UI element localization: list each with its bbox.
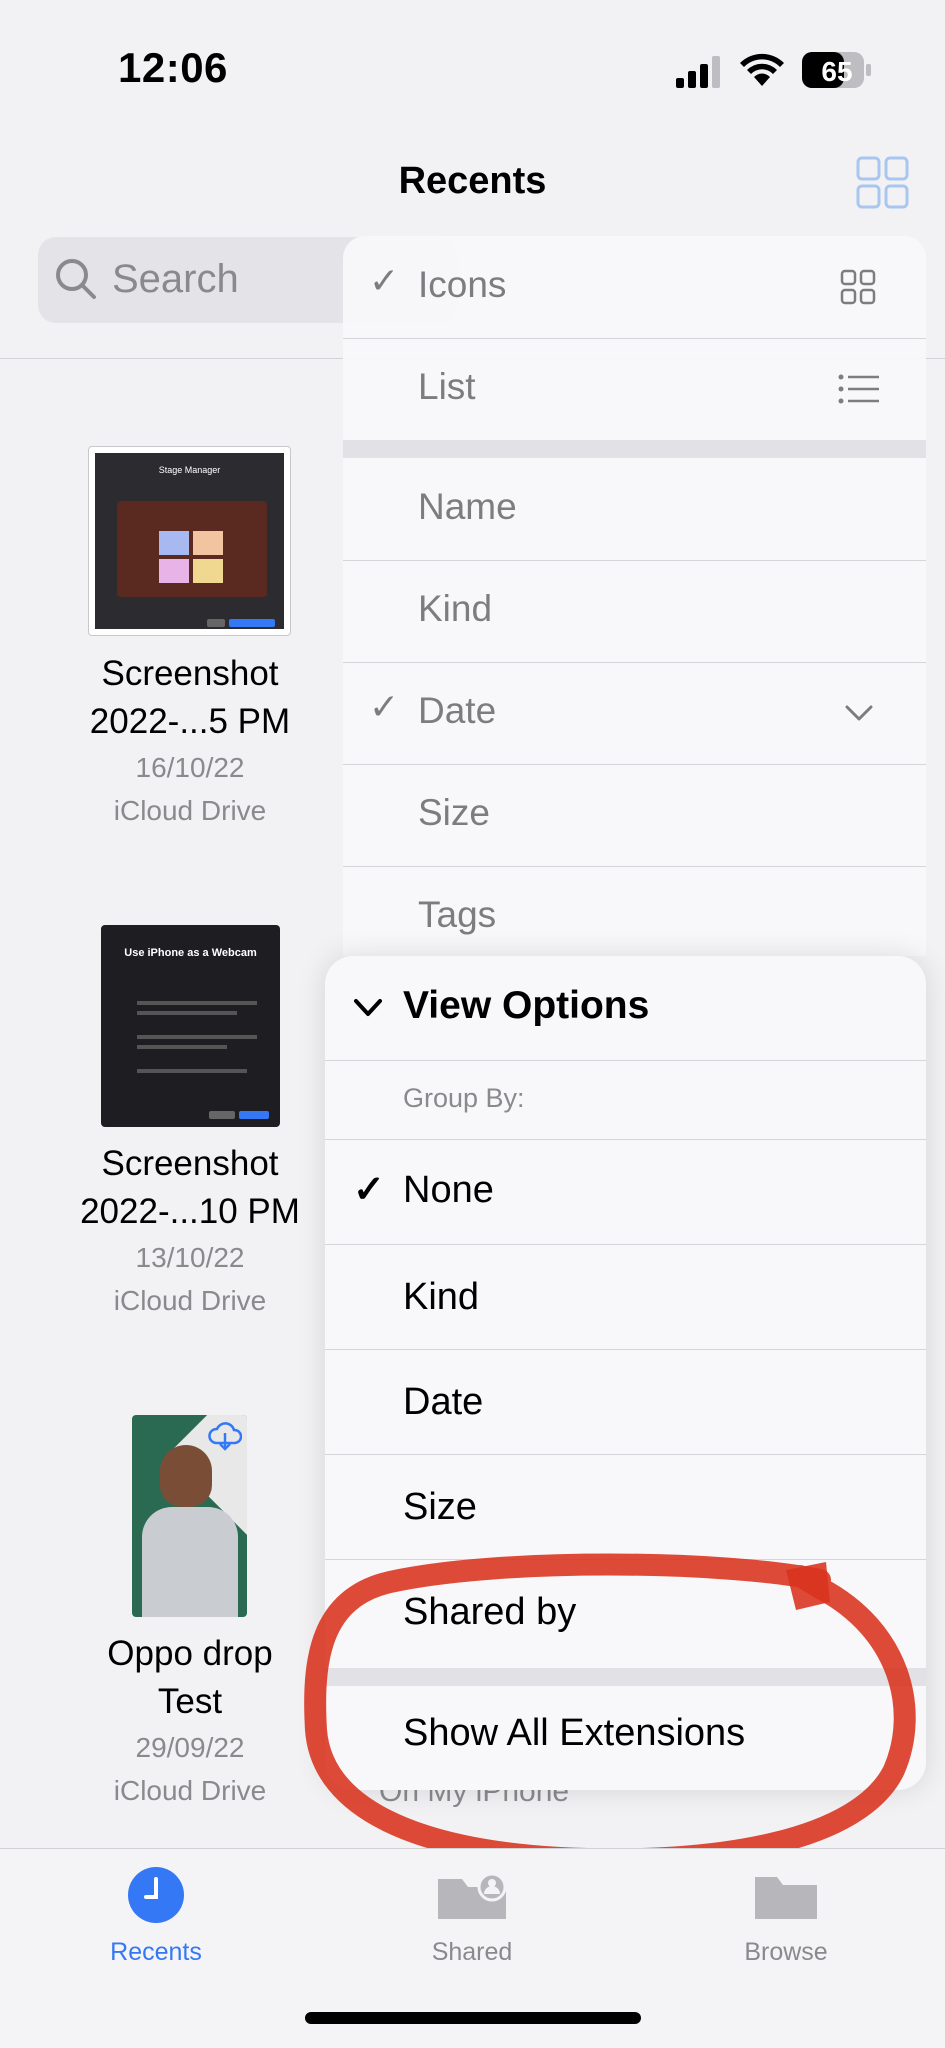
menu-item-label: None (403, 1169, 494, 1211)
file-name-line: Screenshot (101, 1144, 279, 1183)
search-placeholder: Search (112, 257, 239, 301)
menu-item-label: Kind (403, 1276, 480, 1318)
file-name-line: 2022-...10 PM (80, 1192, 300, 1231)
folder-icon (755, 1877, 817, 1919)
tab-shared[interactable]: Shared (372, 1865, 572, 1967)
menu-item-icons[interactable]: ✓ Icons (343, 236, 926, 338)
menu-item-label: Tags (418, 894, 497, 935)
file-name-line: Test (157, 1682, 223, 1721)
status-bar: 12:06 65 (0, 0, 945, 130)
checkmark-icon: ✓ (353, 1169, 385, 1211)
menu-item-label: Icons (418, 264, 507, 305)
menu-item-name[interactable]: Name (343, 458, 926, 560)
group-by-kind[interactable]: Kind (325, 1244, 926, 1349)
checkmark-icon: ✓ (369, 686, 400, 727)
thumbnail-title: Stage Manager (158, 465, 221, 475)
menu-item-label: Size (403, 1486, 477, 1528)
view-options-title: View Options (403, 984, 650, 1027)
menu-item-label: Kind (418, 588, 493, 629)
tab-label: Browse (744, 1938, 828, 1966)
menu-item-label: List (418, 366, 476, 407)
file-thumbnail-video[interactable] (132, 1415, 247, 1617)
annotation-circle (304, 1553, 916, 1871)
file-location: iCloud Drive (113, 795, 267, 826)
sort-menu: ✓ Icons List Name Kind ✓ Date Size Tags (343, 236, 926, 956)
menu-item-kind[interactable]: Kind (343, 560, 926, 662)
menu-item-list[interactable]: List (343, 338, 926, 440)
group-by-date[interactable]: Date (325, 1349, 926, 1454)
thumbnail-title: Use iPhone as a Webcam (124, 947, 257, 959)
tab-label: Recents (110, 1938, 202, 1966)
checkmark-icon: ✓ (369, 260, 400, 301)
file-location: iCloud Drive (113, 1775, 267, 1806)
group-by-header: Group By: (325, 1061, 926, 1139)
file-thumbnail-webcam[interactable]: Use iPhone as a Webcam (101, 925, 280, 1127)
file-name-line: Oppo drop (107, 1634, 273, 1673)
menu-item-size[interactable]: Size (343, 764, 926, 866)
file-thumbnail-stage-manager[interactable]: Stage Manager (88, 446, 291, 636)
grid-icon (840, 269, 876, 305)
view-options-grid-icon[interactable] (855, 155, 910, 210)
battery-percentage: 65 (821, 56, 853, 87)
wifi-icon (740, 53, 784, 86)
menu-item-label: Date (418, 690, 497, 731)
file-item[interactable]: Screenshot 2022-...10 PM 13/10/22 iCloud… (40, 1140, 340, 1322)
file-item[interactable]: Oppo drop Test 29/09/22 iCloud Drive (40, 1630, 340, 1812)
tab-recents[interactable]: Recents (56, 1865, 256, 1967)
file-name-line: Screenshot (101, 654, 279, 693)
group-by-none[interactable]: ✓ None (325, 1139, 926, 1244)
home-indicator[interactable] (305, 2012, 641, 2024)
search-icon (56, 259, 96, 299)
tab-label: Shared (431, 1938, 513, 1966)
page-title: Recents (398, 160, 547, 202)
group-by-label: Group By: (403, 1083, 525, 1113)
file-name-line: 2022-...5 PM (89, 702, 291, 741)
file-date: 29/09/22 (135, 1732, 245, 1763)
shared-folder-icon (438, 1872, 507, 1919)
tab-browse[interactable]: Browse (686, 1865, 886, 1967)
file-location: iCloud Drive (113, 1285, 267, 1316)
chevron-down-icon (354, 999, 382, 1016)
cellular-signal-icon (676, 56, 720, 88)
status-time: 12:06 (118, 44, 228, 91)
cloud-download-icon (208, 1422, 242, 1451)
file-date: 16/10/22 (135, 752, 245, 783)
list-icon (838, 374, 879, 404)
menu-item-date[interactable]: ✓ Date (343, 662, 926, 764)
chevron-down-icon (845, 705, 873, 721)
menu-item-tags[interactable]: Tags (343, 866, 926, 956)
file-item[interactable]: Screenshot 2022-...5 PM 16/10/22 iCloud … (40, 650, 340, 832)
file-date: 13/10/22 (135, 1242, 245, 1273)
view-options-header[interactable]: View Options (325, 956, 926, 1060)
menu-section-gap (343, 440, 926, 458)
menu-item-label: Size (418, 792, 490, 833)
menu-item-label: Name (418, 486, 517, 527)
menu-item-label: Date (403, 1381, 484, 1423)
clock-icon (128, 1867, 184, 1923)
